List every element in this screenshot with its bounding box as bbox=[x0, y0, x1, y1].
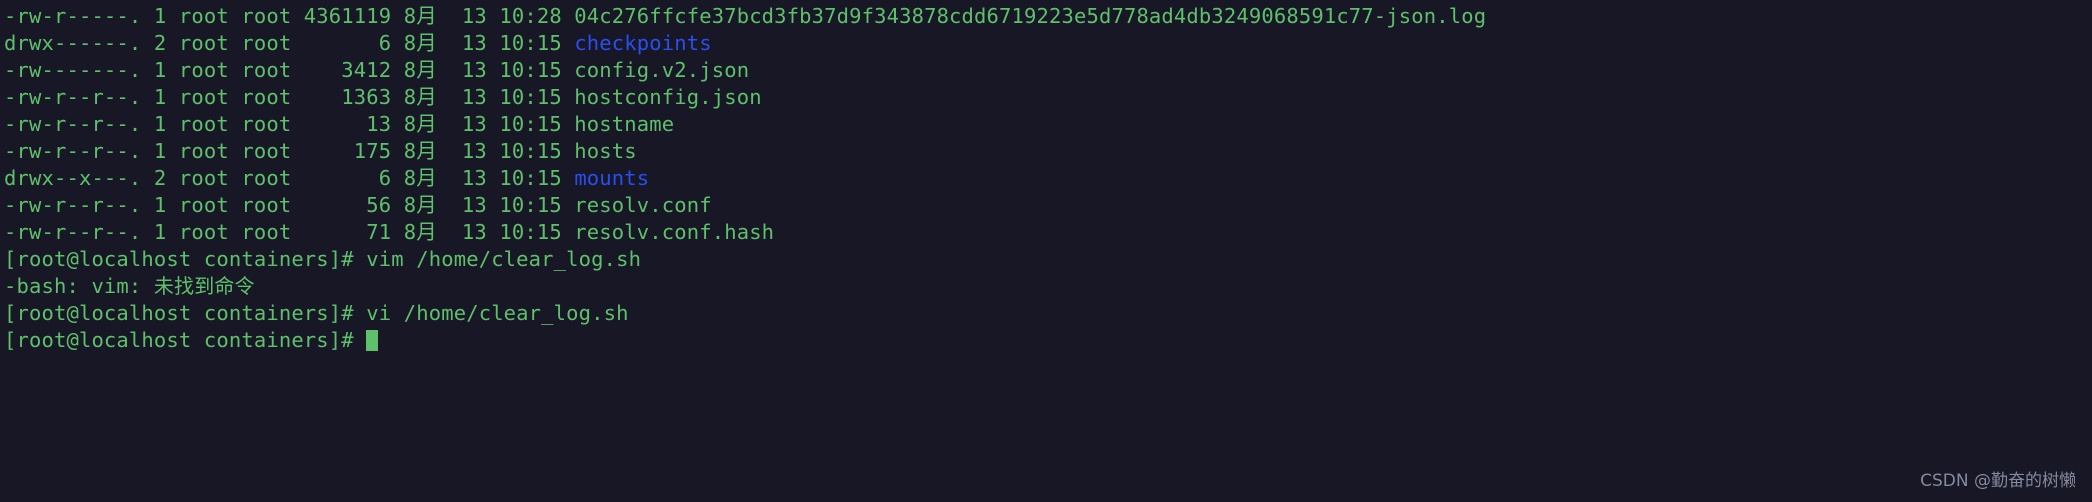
terminal-line: drwx------. 2 root root 6 8月 13 10:15 ch… bbox=[4, 30, 2092, 57]
terminal-output: -rw-r-----. 1 root root 4361119 8月 13 10… bbox=[4, 3, 2092, 354]
terminal-line: [root@localhost containers]# vi /home/cl… bbox=[4, 300, 2092, 327]
terminal-line: -rw-------. 1 root root 3412 8月 13 10:15… bbox=[4, 57, 2092, 84]
terminal-line: drwx--x---. 2 root root 6 8月 13 10:15 mo… bbox=[4, 165, 2092, 192]
terminal-line: [root@localhost containers]# vim /home/c… bbox=[4, 246, 2092, 273]
terminal-line: -bash: vim: 未找到命令 bbox=[4, 273, 2092, 300]
command-line-vi: [root@localhost containers]# vi /home/cl… bbox=[4, 301, 629, 325]
listing-resolv-conf-hash: -rw-r--r--. 1 root root 71 8月 13 10:15 r… bbox=[4, 220, 775, 244]
shell-prompt: [root@localhost containers]# bbox=[4, 328, 367, 352]
terminal-line[interactable]: [root@localhost containers]# bbox=[4, 327, 2092, 354]
terminal-line: -rw-r--r--. 1 root root 1363 8月 13 10:15… bbox=[4, 84, 2092, 111]
terminal-line: -rw-r--r--. 1 root root 13 8月 13 10:15 h… bbox=[4, 111, 2092, 138]
listing-checkpoints-meta: drwx------. 2 root root 6 8月 13 10:15 bbox=[4, 31, 575, 55]
listing-mounts-name[interactable]: mounts bbox=[574, 166, 649, 190]
terminal-line: -rw-r--r--. 1 root root 56 8月 13 10:15 r… bbox=[4, 192, 2092, 219]
error-message-cjk: 未找到命令 bbox=[153, 274, 255, 298]
listing-checkpoints-name[interactable]: checkpoints bbox=[574, 31, 711, 55]
terminal-line: -rw-r-----. 1 root root 4361119 8月 13 10… bbox=[4, 3, 2092, 30]
terminal-line: -rw-r--r--. 1 root root 175 8月 13 10:15 … bbox=[4, 138, 2092, 165]
listing-mounts-meta: drwx--x---. 2 root root 6 8月 13 10:15 bbox=[4, 166, 575, 190]
error-prefix: -bash: vim: bbox=[4, 274, 154, 298]
csdn-watermark: CSDN @勤奋的树懒 bbox=[1920, 471, 2076, 491]
listing-hostconfig-json: -rw-r--r--. 1 root root 1363 8月 13 10:15… bbox=[4, 85, 762, 109]
cursor-block bbox=[366, 330, 379, 351]
listing-resolv-conf: -rw-r--r--. 1 root root 56 8月 13 10:15 r… bbox=[4, 193, 712, 217]
terminal-line: -rw-r--r--. 1 root root 71 8月 13 10:15 r… bbox=[4, 219, 2092, 246]
listing-hostname: -rw-r--r--. 1 root root 13 8月 13 10:15 h… bbox=[4, 112, 675, 136]
listing-hosts: -rw-r--r--. 1 root root 175 8月 13 10:15 … bbox=[4, 139, 637, 163]
terminal-window[interactable]: -rw-r-----. 1 root root 4361119 8月 13 10… bbox=[0, 0, 2092, 502]
listing-json-log: -rw-r-----. 1 root root 4361119 8月 13 10… bbox=[4, 4, 1487, 28]
command-line-vim: [root@localhost containers]# vim /home/c… bbox=[4, 247, 642, 271]
listing-config-v2-json: -rw-------. 1 root root 3412 8月 13 10:15… bbox=[4, 58, 750, 82]
